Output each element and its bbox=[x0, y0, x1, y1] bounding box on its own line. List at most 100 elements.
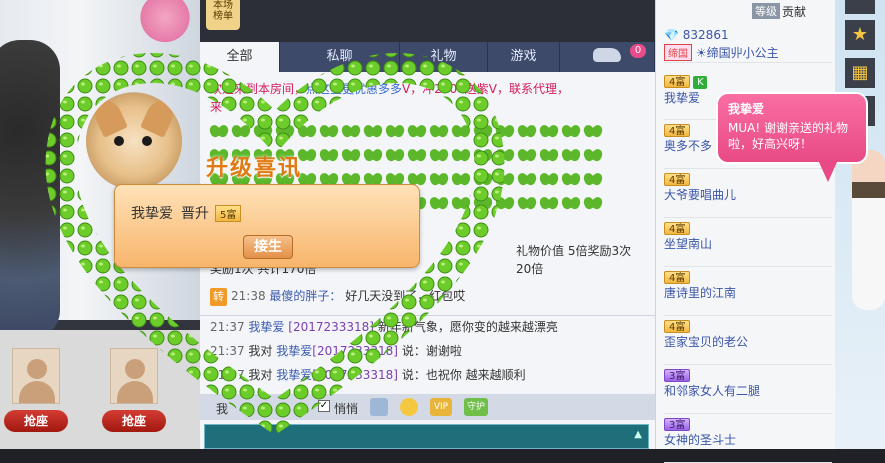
list-item[interactable]: 4富 唐诗里的江南 bbox=[664, 270, 832, 316]
upgrade-title: 升级喜讯 bbox=[206, 156, 303, 181]
car-badge: 0 bbox=[630, 44, 646, 58]
clover-icon bbox=[430, 173, 448, 189]
streamer-silhouette bbox=[0, 40, 60, 340]
upgrade-user: 我挚爱 bbox=[131, 206, 173, 222]
clover-icon bbox=[584, 197, 602, 213]
contrib-header[interactable]: 贡献 bbox=[782, 3, 806, 20]
to-target-label[interactable]: 我 bbox=[216, 400, 228, 417]
message-time: 21:37 bbox=[210, 344, 245, 358]
grade-header[interactable]: 等级 bbox=[752, 3, 780, 19]
clover-icon bbox=[452, 149, 470, 165]
grab-seat-button[interactable]: 抢座 bbox=[102, 410, 166, 432]
list-item[interactable]: 3富女神的圣斗士 bbox=[664, 417, 832, 463]
tab-private[interactable]: 私聊 bbox=[280, 42, 400, 72]
rank-tag[interactable]: 本场 榜单 bbox=[206, 0, 240, 30]
message-text: 说：谢谢啦 bbox=[401, 344, 462, 358]
top-side-icon[interactable] bbox=[845, 0, 875, 14]
message-text: 我对 bbox=[248, 344, 273, 358]
quiet-checkbox[interactable]: ✓ bbox=[318, 400, 330, 412]
tab-all[interactable]: 全部 bbox=[200, 42, 280, 72]
user-name[interactable]: 女神的圣斗士 bbox=[664, 433, 736, 447]
user-name[interactable]: ☀缔国丱小公主 bbox=[696, 46, 779, 60]
clover-icon bbox=[210, 125, 228, 141]
message-user-id[interactable]: [2017233318] bbox=[312, 368, 398, 382]
tab-car[interactable]: 0 bbox=[560, 42, 655, 72]
chat-toolbar: 我 ✓ 悄悄 VIP 守护 bbox=[200, 394, 655, 420]
message-user[interactable]: 我挚爱 bbox=[276, 368, 312, 382]
message-text: 新年新气象，愿你变的越来越漂亮 bbox=[377, 320, 558, 334]
clover-icon bbox=[584, 149, 602, 165]
guard-icon[interactable]: 守护 bbox=[464, 398, 488, 416]
user-name[interactable]: 坐望南山 bbox=[664, 237, 712, 251]
car-icon bbox=[593, 48, 621, 62]
message-text: 我对 bbox=[248, 368, 273, 382]
gift-icon[interactable]: ▦ bbox=[845, 58, 875, 88]
list-item[interactable]: 4富 歪家宝贝的老公 bbox=[664, 319, 832, 365]
clover-icon bbox=[518, 197, 536, 213]
congrats-button[interactable]: 接生 bbox=[243, 235, 293, 259]
tab-game[interactable]: 游戏 bbox=[488, 42, 560, 72]
clover-icon bbox=[474, 173, 492, 189]
level-badge: 5富 bbox=[215, 205, 242, 222]
notice-text: 欢迎来到本房间， bbox=[210, 82, 307, 96]
star-icon[interactable]: ★ bbox=[845, 20, 875, 50]
image-icon[interactable] bbox=[370, 398, 388, 416]
chat-message: 21:37 我对 我挚爱[2017233318] 说：也祝你 越来越顺利 bbox=[210, 366, 640, 384]
list-item-top[interactable]: 💎 832861 缔国 ☀缔国丱小公主 bbox=[664, 26, 832, 63]
tab-gift[interactable]: 礼物 bbox=[400, 42, 488, 72]
seat-2[interactable]: 抢座 bbox=[96, 348, 172, 434]
clover-icon bbox=[562, 173, 580, 189]
clover-icon bbox=[474, 125, 492, 141]
top-badge: 缔国 bbox=[664, 44, 692, 61]
emoji-icon[interactable] bbox=[400, 398, 418, 416]
user-name[interactable]: 大爷要唱曲儿 bbox=[664, 188, 736, 202]
user-name[interactable]: 唐诗里的江南 bbox=[664, 286, 736, 300]
message-time: 21:38 bbox=[231, 289, 266, 303]
user-id: 832861 bbox=[682, 28, 729, 42]
notice-text: V，冲2000送紫V，联系代理， bbox=[402, 82, 569, 96]
vip-icon[interactable]: VIP bbox=[430, 398, 452, 416]
clover-icon bbox=[386, 125, 404, 141]
grab-seat-button[interactable]: 抢座 bbox=[4, 410, 68, 432]
clover-icon bbox=[430, 125, 448, 141]
list-item[interactable]: 4富 坐望南山 bbox=[664, 221, 832, 267]
notice-link[interactable]: 点这里更优惠多多 bbox=[306, 82, 402, 96]
message-user[interactable]: 我挚爱 bbox=[276, 344, 312, 358]
system-notice: 欢迎来到本房间，点这里更优惠多多V，冲2000送紫V，联系代理， 来 bbox=[210, 80, 640, 116]
clover-icon bbox=[452, 197, 470, 213]
clover-icon bbox=[496, 125, 514, 141]
bubble-user: 我挚爱 bbox=[728, 102, 765, 116]
user-name[interactable]: 我挚爱 bbox=[664, 91, 700, 105]
upgrade-line: 我挚爱 晋升 5富 bbox=[131, 203, 242, 223]
clover-icon bbox=[496, 197, 514, 213]
anime-avatar-icon bbox=[135, 0, 195, 45]
quiet-label: 悄悄 bbox=[334, 402, 359, 416]
user-name[interactable]: 奥多不多 bbox=[664, 139, 712, 153]
clover-icon bbox=[452, 173, 470, 189]
clover-icon bbox=[276, 125, 294, 141]
chat-message: 21:37 我对 我挚爱[2017233318] 说：谢谢啦 bbox=[210, 342, 640, 360]
message-text: 说：也祝你 越来越顺利 bbox=[401, 368, 526, 382]
list-item[interactable]: 4富 大爷要唱曲儿 bbox=[664, 172, 832, 218]
collapse-icon[interactable]: ▲ bbox=[634, 429, 642, 440]
seat-1[interactable]: 抢座 bbox=[0, 348, 74, 434]
level-badge: 4富 bbox=[664, 124, 691, 137]
chat-input[interactable]: ▲ bbox=[204, 424, 649, 449]
divider bbox=[200, 315, 655, 316]
clover-icon bbox=[320, 149, 338, 165]
list-item[interactable]: 3富 和邻家女人有二腿 bbox=[664, 368, 832, 414]
level-badge: 3富 bbox=[664, 418, 691, 431]
message-time: 21:37 bbox=[210, 320, 245, 334]
user-name[interactable]: 歪家宝贝的老公 bbox=[664, 335, 748, 349]
message-user-id[interactable]: [2017233318] bbox=[288, 320, 374, 334]
clover-icon bbox=[408, 149, 426, 165]
chat-tabs: 全部 私聊 礼物 游戏 0 bbox=[200, 42, 655, 72]
clover-icon bbox=[562, 149, 580, 165]
diamond-icon: 💎 bbox=[664, 28, 679, 42]
clover-icon bbox=[518, 149, 536, 165]
message-user[interactable]: 我挚爱 bbox=[248, 320, 284, 334]
message-user-id[interactable]: [2017233318] bbox=[312, 344, 398, 358]
doll-decoration bbox=[852, 150, 885, 310]
user-name[interactable]: 和邻家女人有二腿 bbox=[664, 384, 760, 398]
message-user[interactable]: 最傻的胖子： bbox=[269, 289, 341, 303]
